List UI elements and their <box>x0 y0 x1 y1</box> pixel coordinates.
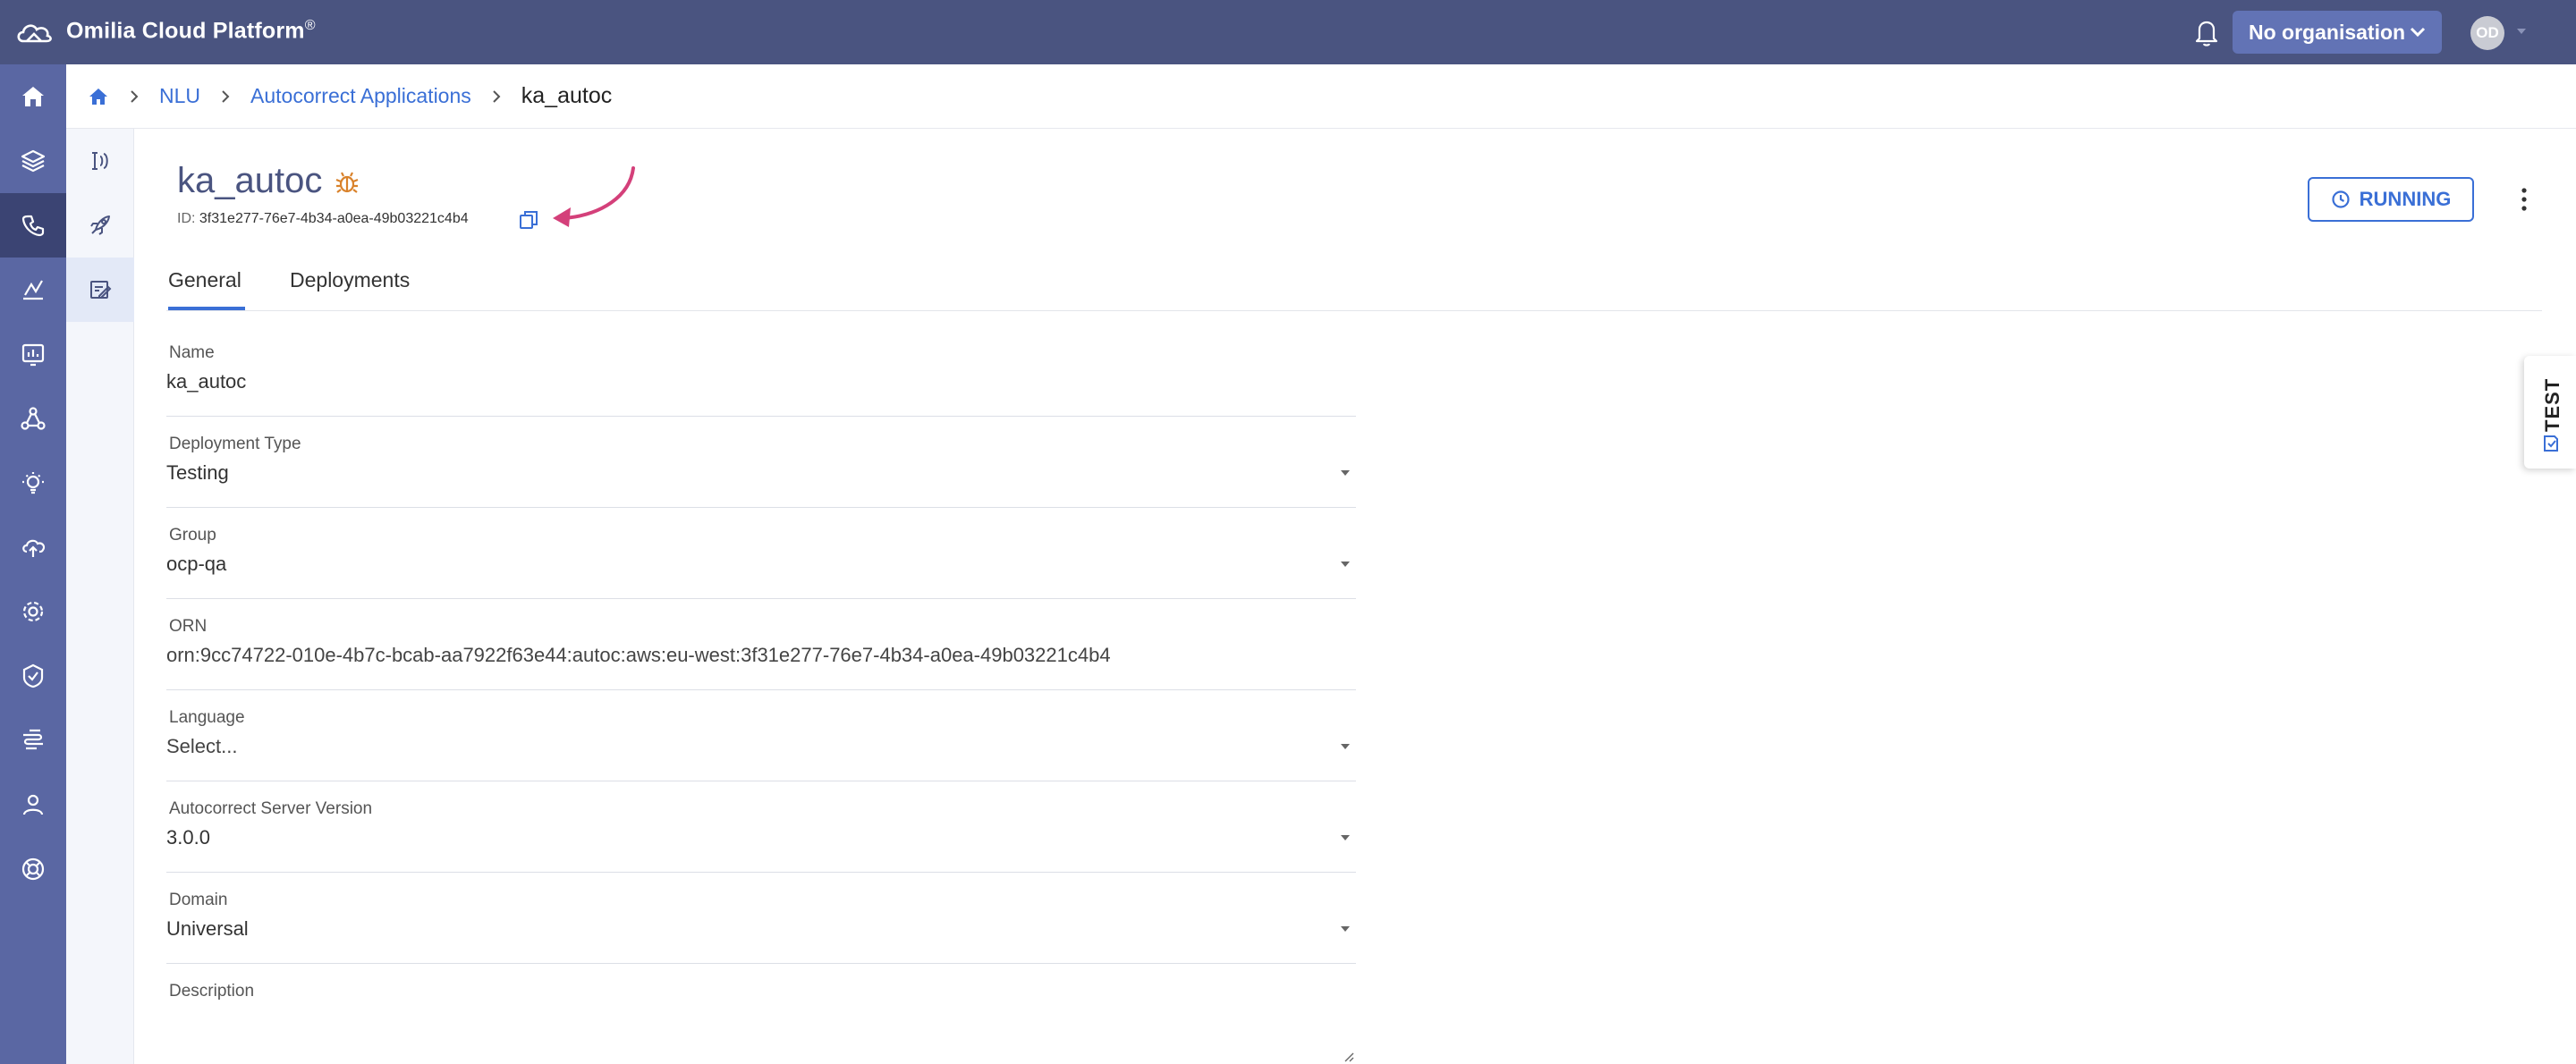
graph-nodes-icon <box>21 407 46 430</box>
nav-security[interactable] <box>0 644 66 708</box>
domain-label: Domain <box>169 891 228 909</box>
breadcrumb-current: ka_autoc <box>521 83 613 108</box>
tab-deployments[interactable]: Deployments <box>290 268 410 307</box>
server-version-select[interactable]: Autocorrect Server Version 3.0.0 <box>166 799 1356 873</box>
breadcrumb-chevron-icon <box>131 89 139 103</box>
dropdown-caret-icon[interactable] <box>1340 925 1351 933</box>
test-chat-icon <box>2544 435 2558 452</box>
autocorrect-icon <box>92 152 108 170</box>
nav-graph[interactable] <box>0 386 66 451</box>
domain-value[interactable]: Universal <box>166 917 249 941</box>
dropdown-caret-icon[interactable] <box>1340 742 1351 751</box>
orn-value: orn:9cc74722-010e-4b7c-bcab-aa7922f63e44… <box>166 644 1111 666</box>
nav-support[interactable] <box>0 837 66 901</box>
app-title[interactable]: Omilia Cloud Platform® <box>66 18 316 44</box>
description-label: Description <box>169 982 255 1001</box>
group-value[interactable]: ocp-qa <box>166 553 226 576</box>
breadcrumb-link-nlu[interactable]: NLU <box>159 84 200 108</box>
domain-select[interactable]: Domain Universal <box>166 891 1356 964</box>
dropdown-caret-icon[interactable] <box>1340 469 1351 477</box>
rocket-icon <box>90 215 110 235</box>
orn-field: ORN orn:9cc74722-010e-4b7c-bcab-aa7922f6… <box>166 617 1356 690</box>
deployment-type-label: Deployment Type <box>169 435 301 453</box>
clock-icon <box>2332 190 2350 208</box>
tab-general[interactable]: General <box>168 268 245 310</box>
nav-analytics[interactable] <box>0 258 66 322</box>
edit-document-icon <box>90 281 112 299</box>
more-options-icon[interactable] <box>2515 184 2533 215</box>
dropdown-caret-icon[interactable] <box>1340 833 1351 842</box>
name-value[interactable]: ka_autoc <box>166 370 246 393</box>
breadcrumb-link-autocorrect-applications[interactable]: Autocorrect Applications <box>250 84 471 108</box>
secondary-navigation-rail <box>66 129 134 1064</box>
group-select[interactable]: Group ocp-qa <box>166 526 1356 599</box>
breadcrumb: NLU Autocorrect Applications ka_autoc <box>66 64 2576 129</box>
description-field[interactable]: Description <box>166 982 1356 1064</box>
name-field[interactable]: Name ka_autoc <box>166 343 1356 417</box>
textarea-resize-handle-icon[interactable] <box>1343 1051 1354 1062</box>
nav-dashboard[interactable] <box>0 322 66 386</box>
user-avatar[interactable]: OD <box>2470 16 2504 50</box>
nav-speech[interactable] <box>0 708 66 773</box>
shield-check-icon <box>22 663 44 688</box>
deployment-type-select[interactable]: Deployment Type Testing <box>166 435 1356 508</box>
nlu-icon <box>21 215 45 237</box>
breadcrumb-home-icon[interactable] <box>88 86 109 107</box>
nav-nlu[interactable] <box>0 193 66 258</box>
name-label: Name <box>169 343 215 362</box>
running-status-label: RUNNING <box>2359 188 2452 210</box>
registered-mark: ® <box>304 18 316 33</box>
settings-gear-icon <box>22 601 44 622</box>
cloud-upload-icon <box>22 539 46 557</box>
copy-id-icon[interactable] <box>519 209 538 231</box>
nav-layers[interactable] <box>0 129 66 193</box>
application-id: ID: 3f31e277-76e7-4b34-a0ea-49b03221c4b4 <box>177 211 469 227</box>
server-version-label: Autocorrect Server Version <box>169 799 373 818</box>
server-version-value[interactable]: 3.0.0 <box>166 826 210 849</box>
speech-waves-icon <box>23 729 43 750</box>
main-navigation-rail <box>0 64 66 1064</box>
group-label: Group <box>169 526 216 545</box>
nav-users[interactable] <box>0 773 66 837</box>
nav-home[interactable] <box>0 64 66 129</box>
nav-settings[interactable] <box>0 579 66 644</box>
bug-icon[interactable] <box>333 168 361 197</box>
test-tab-label: TEST <box>2541 377 2563 432</box>
test-side-tab[interactable]: TEST <box>2524 356 2576 469</box>
user-icon <box>22 794 44 815</box>
running-status-button[interactable]: RUNNING <box>2308 177 2474 222</box>
language-select[interactable]: Language Select... <box>166 708 1356 781</box>
language-label: Language <box>169 708 245 727</box>
chevron-down-icon <box>2410 27 2426 38</box>
orn-label: ORN <box>169 617 208 636</box>
annotation-arrow-icon <box>553 166 635 227</box>
nav-insights[interactable] <box>0 451 66 515</box>
lightbulb-icon <box>22 472 44 494</box>
home-icon <box>22 87 44 106</box>
dashboard-icon <box>21 343 45 367</box>
breadcrumb-chevron-icon <box>493 89 501 103</box>
cloud-logo-icon[interactable] <box>14 16 54 48</box>
lifebuoy-icon <box>21 857 45 881</box>
breadcrumb-chevron-icon <box>222 89 230 103</box>
id-value: 3f31e277-76e7-4b34-a0ea-49b03221c4b4 <box>199 211 469 226</box>
page-title: ka_autoc <box>177 161 323 200</box>
nav-cloud-deploy[interactable] <box>0 515 66 579</box>
app-name: Omilia Cloud Platform <box>66 18 305 44</box>
language-placeholder[interactable]: Select... <box>166 735 237 758</box>
caret-down-icon[interactable] <box>2515 25 2528 38</box>
subnav-deploy[interactable] <box>66 193 134 258</box>
organisation-label: No organisation <box>2249 20 2406 44</box>
organisation-selector-button[interactable]: No organisation <box>2233 11 2442 54</box>
tab-bar: General Deployments <box>166 259 2542 311</box>
analytics-icon <box>23 280 43 300</box>
id-label: ID: <box>177 211 196 226</box>
dropdown-caret-icon[interactable] <box>1340 560 1351 569</box>
layers-icon <box>21 149 46 173</box>
notification-bell-icon[interactable] <box>2191 16 2222 48</box>
deployment-type-value[interactable]: Testing <box>166 461 229 485</box>
subnav-edit[interactable] <box>66 258 134 322</box>
subnav-autocorrect[interactable] <box>66 129 134 193</box>
top-bar: Omilia Cloud Platform® No organisation O… <box>0 0 2576 64</box>
